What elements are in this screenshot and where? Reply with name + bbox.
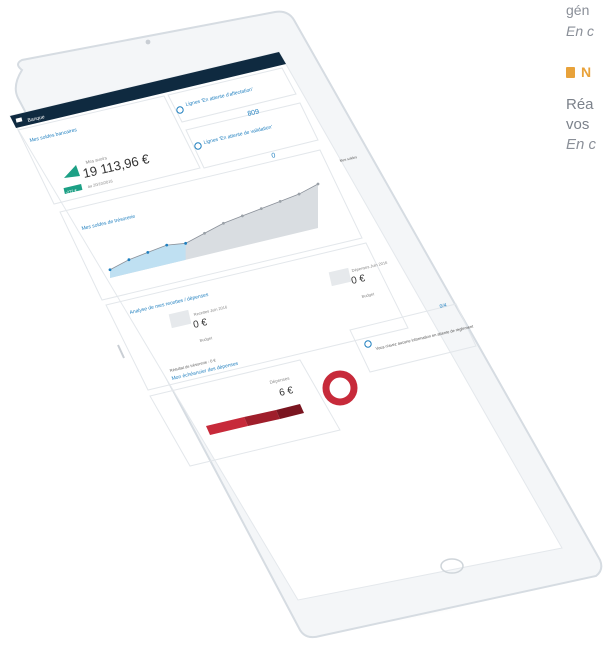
chart-point <box>127 258 131 262</box>
chart-point <box>316 182 320 186</box>
chart-point <box>184 241 188 245</box>
chart-point <box>240 214 244 218</box>
volume-button[interactable] <box>117 344 125 359</box>
chart-point <box>108 268 112 272</box>
tablet-device: Banque Mes soldes bancaires Lignes 'En a… <box>9 10 603 639</box>
chart-point <box>203 231 206 235</box>
chart-point <box>222 221 225 225</box>
chart-point <box>278 199 282 203</box>
chart-point <box>165 243 169 247</box>
tablet-screen <box>9 51 563 601</box>
chart-point <box>146 251 150 254</box>
camera-icon <box>145 39 151 45</box>
chart-point <box>297 192 301 196</box>
chart-point <box>259 207 263 211</box>
